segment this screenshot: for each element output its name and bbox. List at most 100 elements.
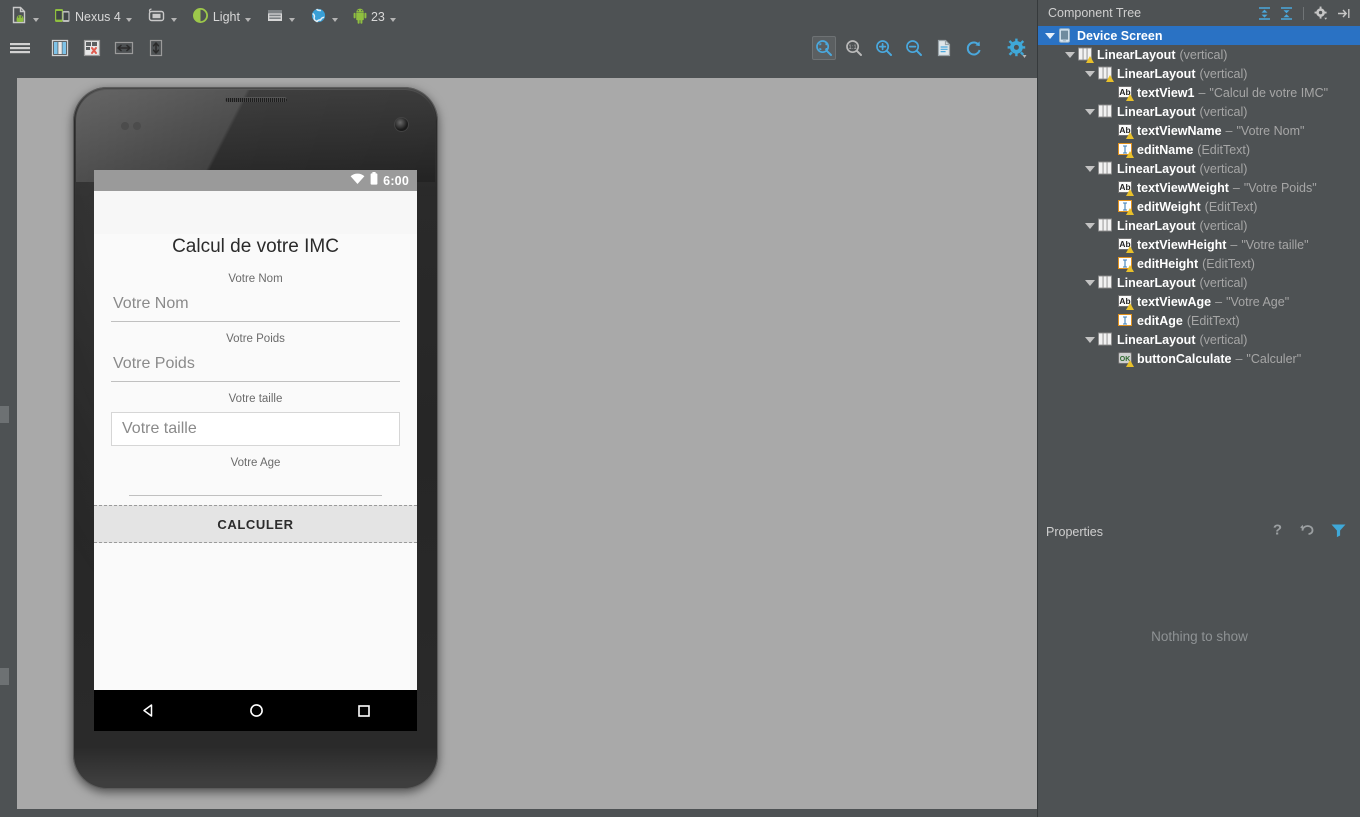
hamburger-icon[interactable] bbox=[7, 37, 33, 59]
android-studio-layout-editor: Nexus 4 Light 23 1:1 6:00 Calcul de votr… bbox=[0, 0, 1360, 817]
api-level-chooser[interactable]: 23 bbox=[350, 5, 399, 29]
tree-node-editname[interactable]: editName (EditText) bbox=[1038, 140, 1360, 159]
tree-node-textviewname[interactable]: Ab textViewName – "Votre Nom" bbox=[1038, 121, 1360, 140]
svg-text:1:1: 1:1 bbox=[848, 45, 857, 51]
arrows-vertical-icon[interactable] bbox=[143, 37, 169, 59]
refresh-icon[interactable] bbox=[962, 36, 986, 60]
tree-node-linearlayout[interactable]: LinearLayout (vertical) bbox=[1038, 45, 1360, 64]
tree-node-linearlayout[interactable]: LinearLayout (vertical) bbox=[1038, 216, 1360, 235]
design-canvas[interactable]: 6:00 Calcul de votre IMC Votre Nom Votre… bbox=[17, 78, 1037, 809]
filter-icon[interactable] bbox=[1330, 522, 1347, 543]
zoom-fit-icon[interactable] bbox=[812, 36, 836, 60]
tree-node-buttoncalculate[interactable]: OK buttonCalculate – "Calculer" bbox=[1038, 349, 1360, 368]
device-chooser[interactable]: Nexus 4 bbox=[51, 5, 135, 29]
expand-all-icon[interactable] bbox=[1255, 4, 1273, 22]
tree-node-linearlayout[interactable]: LinearLayout (vertical) bbox=[1038, 330, 1360, 349]
restore-default-icon[interactable] bbox=[1299, 522, 1316, 543]
circle-home-icon[interactable] bbox=[247, 701, 266, 720]
tree-node-label: LinearLayout bbox=[1117, 161, 1196, 176]
tree-twisty-expanded-icon[interactable] bbox=[1064, 49, 1075, 60]
tree-twisty-expanded-icon[interactable] bbox=[1044, 30, 1055, 41]
columns-icon[interactable] bbox=[47, 37, 73, 59]
gutter-handle[interactable] bbox=[0, 406, 9, 423]
tree-settings-icon[interactable] bbox=[1312, 4, 1330, 22]
warning-badge-icon bbox=[1126, 208, 1134, 215]
help-icon[interactable]: ? bbox=[1270, 521, 1285, 543]
zoom-out-icon[interactable] bbox=[902, 36, 926, 60]
error-render-icon[interactable] bbox=[79, 37, 105, 59]
device-screen[interactable]: 6:00 Calcul de votre IMC Votre Nom Votre… bbox=[94, 170, 417, 690]
locale-chooser[interactable] bbox=[307, 5, 341, 29]
tree-node-textviewheight[interactable]: Ab textViewHeight – "Votre taille" bbox=[1038, 235, 1360, 254]
properties-title: Properties bbox=[1046, 525, 1103, 539]
tree-node-type: (vertical) bbox=[1199, 275, 1248, 290]
edittext-name[interactable]: Votre Nom bbox=[111, 292, 400, 322]
component-tree-header: Component Tree bbox=[1038, 0, 1360, 26]
gutter-handle[interactable] bbox=[0, 668, 9, 685]
arrows-horizontal-icon[interactable] bbox=[111, 37, 137, 59]
tree-node-linearlayout[interactable]: LinearLayout (vertical) bbox=[1038, 102, 1360, 121]
zoom-in-icon[interactable] bbox=[872, 36, 896, 60]
tree-twisty-expanded-icon[interactable] bbox=[1084, 334, 1095, 345]
tree-node-linearlayout[interactable]: LinearLayout (vertical) bbox=[1038, 159, 1360, 178]
tree-twisty-expanded-icon[interactable] bbox=[1084, 106, 1095, 117]
tree-twisty-expanded-icon[interactable] bbox=[1084, 68, 1095, 79]
square-recents-icon[interactable] bbox=[355, 702, 373, 720]
field-label-name[interactable]: Votre Nom bbox=[111, 262, 400, 292]
tree-node-linearlayout[interactable]: LinearLayout (vertical) bbox=[1038, 273, 1360, 292]
tree-node-device-screen[interactable]: Device Screen bbox=[1038, 26, 1360, 45]
field-label-weight[interactable]: Votre Poids bbox=[111, 322, 400, 352]
tree-node-value: "Votre Nom" bbox=[1236, 123, 1305, 138]
app-title-textview[interactable]: Calcul de votre IMC bbox=[94, 234, 417, 262]
tree-twisty-expanded-icon[interactable] bbox=[1084, 163, 1095, 174]
field-label-height[interactable]: Votre taille bbox=[111, 382, 400, 412]
document-icon[interactable] bbox=[932, 36, 956, 60]
tree-node-editheight[interactable]: editHeight (EditText) bbox=[1038, 254, 1360, 273]
tree-twisty-expanded-icon[interactable] bbox=[1084, 277, 1095, 288]
tree-node-editage[interactable]: editAge (EditText) bbox=[1038, 311, 1360, 330]
edittext-height[interactable]: Votre taille bbox=[111, 412, 400, 446]
tree-twisty-none bbox=[1104, 201, 1115, 212]
tree-node-separator: – bbox=[1198, 85, 1206, 100]
tree-node-label: textViewWeight bbox=[1137, 180, 1229, 195]
edittext-age[interactable] bbox=[129, 476, 382, 496]
tree-node-label: buttonCalculate bbox=[1137, 351, 1232, 366]
linearlayout-icon bbox=[1098, 66, 1114, 82]
theme-chooser[interactable]: Light bbox=[189, 5, 254, 29]
tree-node-value: "Calcul de votre IMC" bbox=[1209, 85, 1329, 100]
tree-node-type: (vertical) bbox=[1199, 66, 1248, 81]
tree-twisty-expanded-icon[interactable] bbox=[1084, 220, 1095, 231]
tree-node-label: textViewAge bbox=[1137, 294, 1212, 309]
tree-node-label: LinearLayout bbox=[1117, 104, 1196, 119]
tree-twisty-none bbox=[1104, 239, 1115, 250]
chevron-down-icon bbox=[389, 17, 396, 22]
component-tree[interactable]: Device Screen LinearLayout (vertical) Linea… bbox=[1038, 26, 1360, 368]
orientation-chooser[interactable] bbox=[144, 5, 180, 29]
zoom-1to1-icon[interactable]: 1:1 bbox=[842, 36, 866, 60]
textview-icon: Ab bbox=[1118, 85, 1134, 101]
tree-node-label: LinearLayout bbox=[1097, 47, 1176, 62]
textview-icon: Ab bbox=[1118, 294, 1134, 310]
wifi-icon bbox=[350, 172, 365, 190]
status-bar: 6:00 bbox=[94, 170, 417, 191]
textview-icon: Ab bbox=[1118, 237, 1134, 253]
navigation-bar bbox=[94, 690, 417, 731]
collapse-all-icon[interactable] bbox=[1277, 4, 1295, 22]
triangle-back-icon[interactable] bbox=[139, 701, 158, 720]
activity-chooser[interactable] bbox=[263, 5, 298, 29]
layout-file-chooser[interactable] bbox=[8, 5, 42, 29]
gear-icon[interactable] bbox=[1005, 36, 1029, 60]
edittext-weight[interactable]: Votre Poids bbox=[111, 352, 400, 382]
phone-top-glass bbox=[76, 90, 435, 182]
field-label-age[interactable]: Votre Age bbox=[111, 446, 400, 476]
tree-node-textviewage[interactable]: Ab textViewAge – "Votre Age" bbox=[1038, 292, 1360, 311]
api-level-label: 23 bbox=[370, 9, 385, 24]
tree-node-editweight[interactable]: editWeight (EditText) bbox=[1038, 197, 1360, 216]
hide-panel-icon[interactable] bbox=[1334, 4, 1352, 22]
calculate-button[interactable]: CALCULER bbox=[94, 506, 417, 542]
tree-node-linearlayout[interactable]: LinearLayout (vertical) bbox=[1038, 64, 1360, 83]
tree-node-textview1[interactable]: Ab textView1– "Calcul de votre IMC" bbox=[1038, 83, 1360, 102]
warning-badge-icon bbox=[1126, 246, 1134, 253]
tree-node-label: LinearLayout bbox=[1117, 332, 1196, 347]
tree-node-textviewweight[interactable]: Ab textViewWeight – "Votre Poids" bbox=[1038, 178, 1360, 197]
